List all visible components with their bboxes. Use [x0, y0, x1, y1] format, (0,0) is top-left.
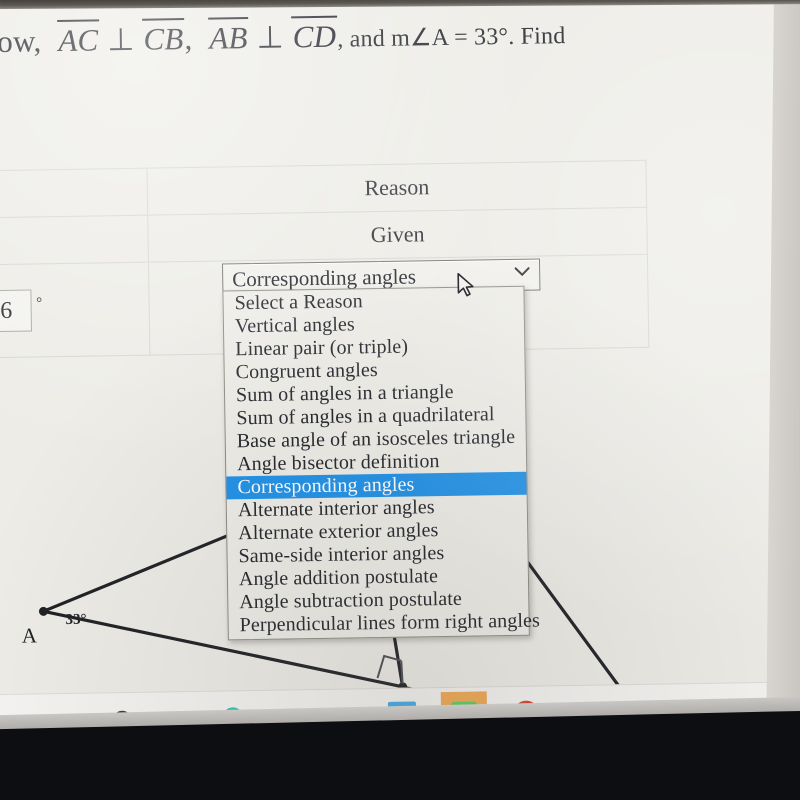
statement-tail: , and m∠A = 33°. Find	[337, 23, 566, 53]
statement-prefix: elow,	[0, 23, 42, 60]
cell-statement-answer: B=336°	[0, 262, 151, 360]
cell-statement-given: A = 33°	[0, 215, 149, 267]
segment-cb: CB	[143, 21, 184, 57]
header-reason-label: Reason	[364, 174, 430, 201]
degree-symbol: °	[36, 295, 43, 312]
mouse-cursor	[457, 272, 474, 297]
chevron-down-icon[interactable]	[514, 267, 530, 277]
header-cell-reason: Reason	[147, 160, 647, 216]
reason-given-text: Given	[370, 221, 425, 248]
perp-symbol-2: ⊥	[256, 19, 285, 55]
segment-ac: AC	[58, 22, 99, 59]
segment-ab: AB	[209, 20, 248, 56]
header-cell-statement: ngle	[0, 168, 148, 220]
right-angle-marker-leg	[400, 660, 404, 684]
header-statement-label: ngle	[0, 169, 147, 219]
vertex-a-point	[38, 606, 48, 616]
comma-1: ,	[184, 20, 193, 57]
cell-reason-given: Given	[147, 207, 648, 263]
statement-given-text: A = 33°	[0, 216, 148, 266]
segment-ac-line	[42, 522, 257, 613]
answer-value-input[interactable]: 336	[0, 289, 32, 333]
monitor-photo: elow, AC ⊥ CB, AB ⊥ CD, and m∠A = 33°. F…	[0, 0, 800, 800]
dropdown-option[interactable]: Perpendicular lines form right angles	[228, 610, 540, 638]
answer-expression: B=336°	[0, 278, 149, 344]
perp-symbol-1: ⊥	[107, 21, 135, 58]
segment-cd: CD	[292, 18, 337, 55]
reason-dropdown-list[interactable]: Select a Reason Vertical angles Linear p…	[222, 285, 540, 641]
monitor-screen: elow, AC ⊥ CB, AB ⊥ CD, and m∠A = 33°. F…	[0, 0, 800, 745]
